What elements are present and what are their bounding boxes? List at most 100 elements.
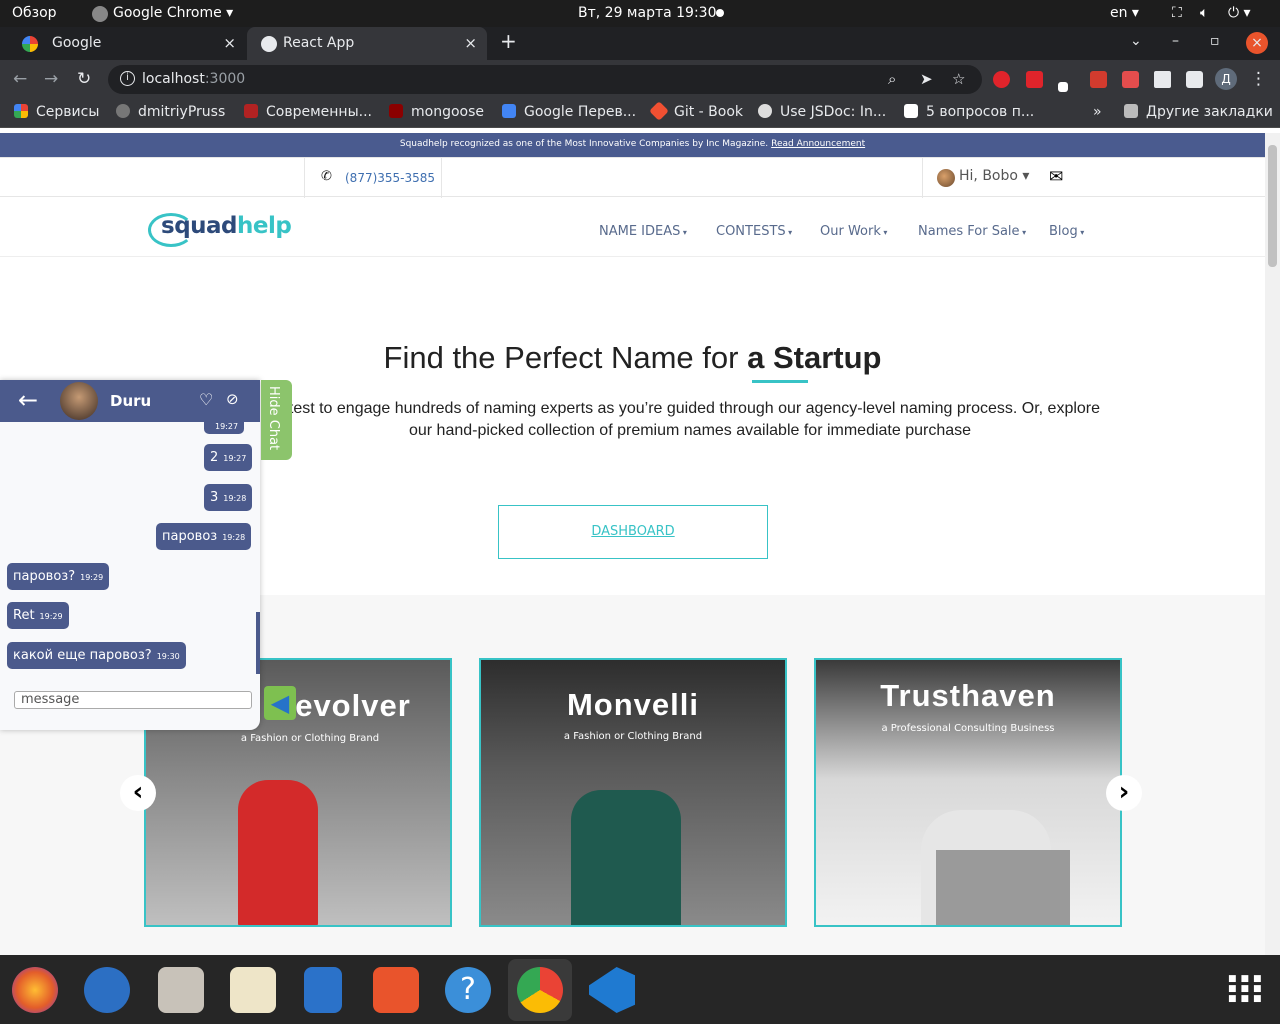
vscode-icon[interactable] <box>589 967 635 1013</box>
title-underline <box>752 380 808 383</box>
software-center-icon[interactable] <box>373 967 419 1013</box>
eyedropper-icon[interactable] <box>1058 82 1068 92</box>
bookmark-mongoose[interactable]: mongoose <box>389 104 484 120</box>
user-greeting[interactable]: Hi, Bobo ▾ <box>959 168 1029 184</box>
help-icon[interactable]: ? <box>445 967 491 1013</box>
volume-icon[interactable]: 🔈︎ <box>1200 5 1208 21</box>
maximize-icon[interactable]: ▫ <box>1210 33 1220 49</box>
chrome-dock-icon[interactable] <box>517 967 563 1013</box>
bookmark-github[interactable]: dmitriyPruss <box>116 104 225 120</box>
extension-doc-icon[interactable] <box>1122 71 1139 88</box>
language-selector[interactable]: en ▾ <box>1110 5 1139 21</box>
close-window-icon[interactable]: × <box>1246 32 1268 54</box>
address-bar[interactable]: i localhost:3000 ⌕ ➤ ☆ <box>108 65 982 94</box>
hide-chat-tab[interactable]: Hide Chat <box>261 380 292 460</box>
user-avatar[interactable] <box>937 169 955 187</box>
url-text[interactable]: localhost:3000 <box>142 71 245 87</box>
squadhelp-logo[interactable]: squadhelp <box>148 209 292 247</box>
globe-icon <box>261 36 277 52</box>
chat-header: ← Duru ♡ ⊘ <box>0 380 260 422</box>
chrome-menu-icon[interactable]: ⋮ <box>1250 69 1267 89</box>
block-user-icon[interactable]: ⊘ <box>226 390 239 408</box>
nav-names-for-sale[interactable]: Names For Sale <box>918 224 1026 239</box>
bookmark-modern[interactable]: Современны... <box>244 104 372 120</box>
nav-blog[interactable]: Blog <box>1049 224 1084 239</box>
extension-red-icon[interactable] <box>1026 71 1043 88</box>
favorite-heart-icon[interactable]: ♡ <box>199 390 213 409</box>
bookmark-medium[interactable]: 5 вопросов п... <box>904 104 1034 120</box>
files-icon[interactable] <box>158 967 204 1013</box>
close-tab-icon[interactable]: × <box>223 34 236 52</box>
network-icon[interactable]: ⛶ <box>1172 5 1182 21</box>
app-menu[interactable]: Google Chrome ▾ <box>113 5 233 21</box>
site-header: squadhelp NAME IDEAS CONTESTS Our Work N… <box>0 197 1265 257</box>
carousel-next-icon[interactable]: › <box>1106 775 1142 811</box>
show-applications-icon[interactable]: ■■■ ■■■ ■■■ <box>1228 974 1262 1006</box>
carousel-card[interactable]: Monvelli a Fashion or Clothing Brand <box>479 658 787 927</box>
new-tab-button[interactable]: + <box>500 29 517 53</box>
tab-search-icon[interactable]: ⌄ <box>1130 33 1142 49</box>
zoom-search-icon[interactable]: ⌕ <box>888 70 896 88</box>
tab-google[interactable]: Google × <box>8 27 246 60</box>
site-info-icon[interactable]: i <box>120 71 135 86</box>
url-host: localhost <box>142 71 205 87</box>
power-icon[interactable]: ⏻ ▾ <box>1228 5 1251 21</box>
bookmark-git[interactable]: Git - Book <box>649 101 743 121</box>
translate-icon <box>502 104 516 118</box>
bookmark-star-icon[interactable]: ☆ <box>952 70 965 88</box>
adblock-icon[interactable] <box>993 71 1010 88</box>
green-jacket-image <box>571 790 681 925</box>
back-icon[interactable]: ← <box>13 69 27 89</box>
dashboard-button[interactable]: DASHBOARD <box>498 505 768 559</box>
nav-contests[interactable]: CONTESTS <box>716 224 792 239</box>
carousel-card[interactable]: Trusthaven a Professional Consulting Bus… <box>814 658 1122 927</box>
chat-contact-name: Duru <box>110 392 152 410</box>
bookmark-label: Use JSDoc: In... <box>780 104 887 120</box>
card-tagline: a Fashion or Clothing Brand <box>240 733 380 744</box>
clock[interactable]: Вт, 29 марта 19:30 <box>578 5 716 21</box>
message-time: 19:29 <box>39 612 63 621</box>
send-icon[interactable]: ◀ <box>264 686 296 720</box>
nav-our-work[interactable]: Our Work <box>820 224 887 239</box>
phone-box[interactable]: ✆ (877)355-3585 <box>304 158 442 198</box>
chat-back-icon[interactable]: ← <box>18 386 38 414</box>
red-sweater-image <box>238 780 318 925</box>
tab-react-app[interactable]: React App × <box>247 27 487 60</box>
git-icon <box>649 101 669 121</box>
profile-avatar[interactable]: Д <box>1215 68 1237 90</box>
minimize-icon[interactable]: – <box>1172 33 1179 49</box>
phone-number[interactable]: (877)355-3585 <box>345 171 435 185</box>
chat-message-input[interactable]: message <box>14 691 252 709</box>
rhythmbox-icon[interactable] <box>230 967 276 1013</box>
send-tab-icon[interactable]: ➤ <box>920 70 933 88</box>
reading-list-icon[interactable] <box>1186 71 1203 88</box>
overview-button[interactable]: Обзор <box>12 5 57 21</box>
message-text: 3 <box>210 490 219 505</box>
firefox-icon[interactable] <box>12 967 58 1013</box>
extensions-puzzle-icon[interactable] <box>1154 71 1171 88</box>
apps-grid-icon <box>14 104 28 118</box>
ubuntu-dock: ? ■■■ ■■■ ■■■ <box>0 955 1280 1024</box>
hero-subtitle: ntest to engage hundreds of naming exper… <box>250 398 1130 442</box>
notification-dot-icon <box>716 9 724 17</box>
bookmarks-overflow[interactable]: » <box>1093 104 1102 120</box>
reload-icon[interactable]: ↻ <box>77 69 91 89</box>
bookmark-other[interactable]: Другие закладки <box>1124 104 1273 120</box>
nav-name-ideas[interactable]: NAME IDEAS <box>599 224 687 239</box>
carousel-prev-icon[interactable]: ‹ <box>120 775 156 811</box>
system-top-bar: Обзор Google Chrome ▾ Вт, 29 марта 19:30… <box>0 0 1280 27</box>
chat-scrollbar[interactable] <box>256 612 260 674</box>
read-announcement-link[interactable]: Read Announcement <box>771 139 865 149</box>
announcement-banner: Squadhelp recognized as one of the Most … <box>0 133 1265 157</box>
scrollbar-thumb[interactable] <box>1268 145 1277 267</box>
extension-bug-icon[interactable] <box>1090 71 1107 88</box>
mail-icon[interactable]: ✉ <box>1049 167 1063 187</box>
thunderbird-icon[interactable] <box>84 967 130 1013</box>
close-tab-icon[interactable]: × <box>464 34 477 52</box>
forward-icon[interactable]: → <box>44 69 58 89</box>
bookmark-services[interactable]: Сервисы <box>14 104 99 120</box>
bookmark-translate[interactable]: Google Перев... <box>502 104 636 120</box>
bookmark-jsdoc[interactable]: Use JSDoc: In... <box>758 104 886 120</box>
page-scrollbar[interactable] <box>1265 133 1280 955</box>
writer-icon[interactable] <box>304 967 342 1013</box>
